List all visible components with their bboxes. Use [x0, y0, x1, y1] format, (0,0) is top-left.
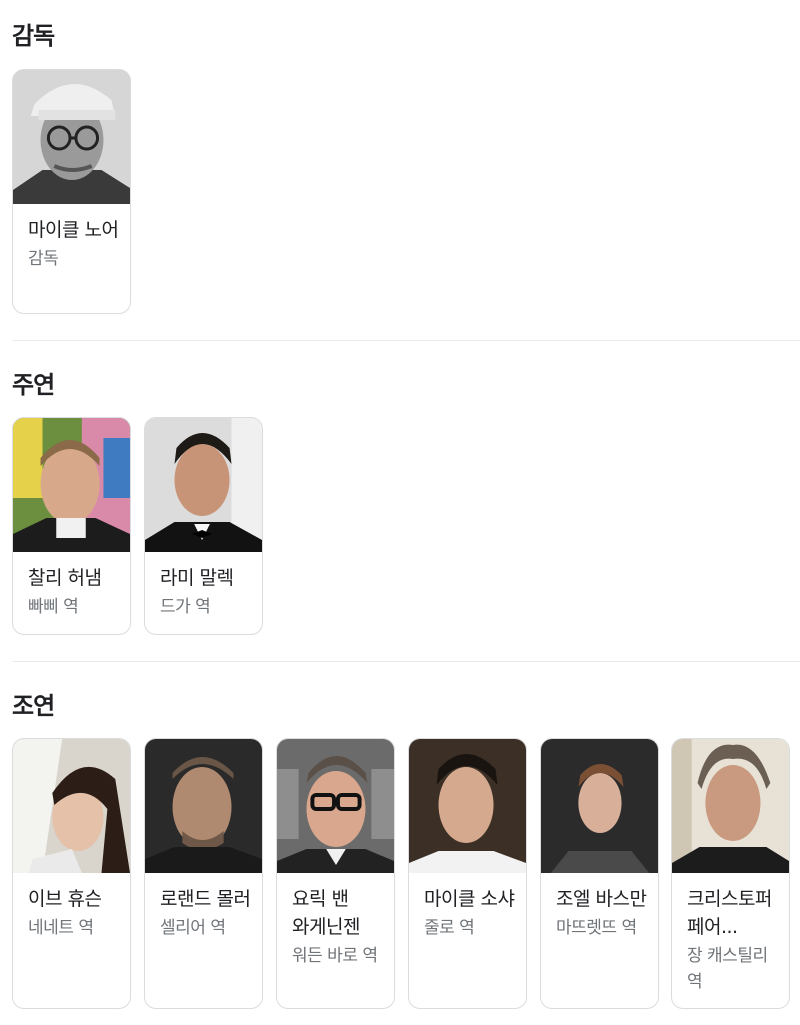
person-name: 마이클 소샤 [424, 888, 515, 910]
person-name: 요릭 밴 와게닌젠 [292, 888, 360, 938]
person-role: 빠삐 역 [28, 597, 79, 617]
person-name: 라미 말렉 [160, 567, 234, 589]
person-card-supporting[interactable]: 조엘 바스만 마뜨렛뜨 역 [540, 738, 659, 1009]
person-name: 이브 휴슨 [28, 888, 102, 910]
person-role: 네네트 역 [28, 918, 94, 938]
actor-photo [409, 739, 526, 873]
section-title-lead-cast: 주연 [12, 371, 55, 399]
person-card-lead[interactable]: 라미 말렉 드가 역 [144, 417, 263, 635]
actor-photo [277, 739, 394, 873]
person-card-supporting[interactable]: 크리스토퍼 페어... 장 캐스틸리 역 [671, 738, 790, 1009]
actor-photo [13, 418, 130, 552]
director-section: 감독 마이클 노어 감독 [0, 0, 800, 341]
person-role: 감독 [28, 249, 59, 269]
person-role: 드가 역 [160, 597, 211, 617]
person-role: 줄로 역 [424, 918, 475, 938]
actor-photo [13, 739, 130, 873]
actor-photo [541, 739, 658, 873]
person-role: 장 캐스틸리 역 [687, 946, 768, 992]
person-card-lead[interactable]: 찰리 허냄 빠삐 역 [12, 417, 131, 635]
lead-cast-section: 주연 찰리 허냄 빠삐 역 라미 말렉 드가 역 [0, 341, 800, 662]
person-name: 찰리 허냄 [28, 567, 102, 589]
person-role: 워든 바로 역 [292, 946, 378, 966]
actor-photo [672, 739, 789, 873]
person-name: 조엘 바스만 [556, 888, 647, 910]
person-name: 크리스토퍼 페어... [687, 888, 772, 938]
director-photo [13, 70, 130, 204]
person-card-supporting[interactable]: 마이클 소샤 줄로 역 [408, 738, 527, 1009]
person-role: 셀리어 역 [160, 918, 226, 938]
person-name: 마이클 노어 [28, 219, 119, 241]
section-title-director: 감독 [12, 22, 55, 50]
actor-photo [145, 418, 262, 552]
person-card-supporting[interactable]: 로랜드 몰러 셀리어 역 [144, 738, 263, 1009]
actor-photo [145, 739, 262, 873]
person-card-supporting[interactable]: 요릭 밴 와게닌젠 워든 바로 역 [276, 738, 395, 1009]
person-card-supporting[interactable]: 이브 휴슨 네네트 역 [12, 738, 131, 1009]
person-name: 로랜드 몰러 [160, 888, 251, 910]
section-title-supporting-cast: 조연 [12, 692, 55, 720]
supporting-cast-section: 조연 이브 휴슨 네네트 역 로랜드 몰러 셀리어 역 요릭 밴 와게닌젠 워든… [0, 662, 800, 1025]
person-role: 마뜨렛뜨 역 [556, 918, 637, 938]
person-card-director[interactable]: 마이클 노어 감독 [12, 69, 131, 314]
